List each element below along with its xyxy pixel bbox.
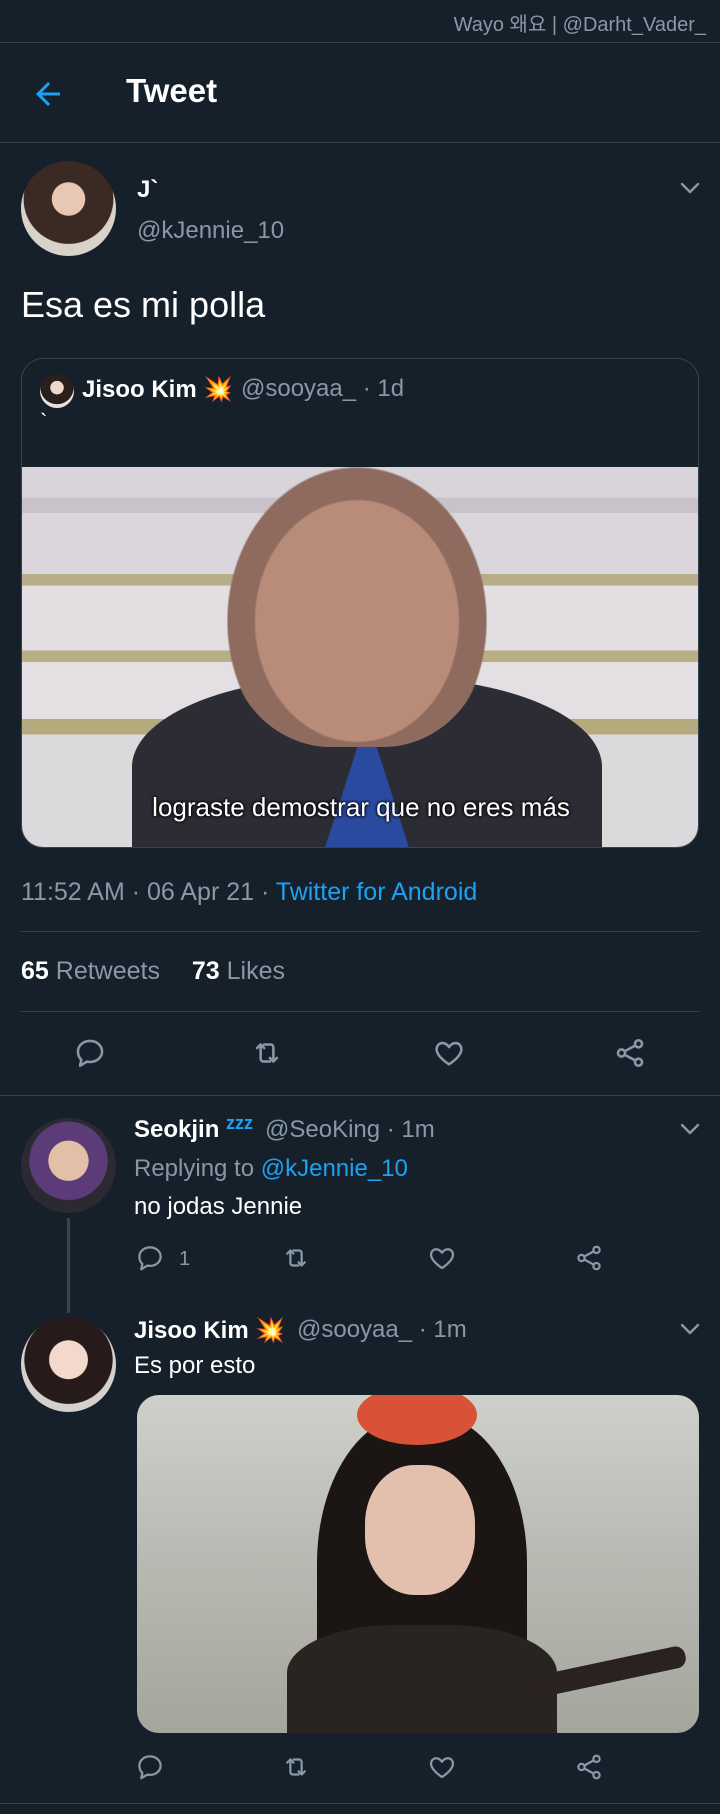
tweet-client-link[interactable]: Twitter for Android — [276, 878, 477, 906]
share-icon[interactable] — [574, 1243, 604, 1273]
retweet-icon[interactable] — [250, 1036, 284, 1070]
chevron-down-icon[interactable] — [678, 1117, 702, 1141]
avatar[interactable] — [21, 161, 116, 256]
retweets-label[interactable]: Retweets — [56, 957, 160, 985]
replying-to: Replying to @kJennie_10 — [134, 1155, 408, 1183]
sleep-badge-icon: zzz — [226, 1113, 253, 1133]
tweet-timestamp: 11:52 AM · 06 Apr 21 · — [21, 878, 276, 906]
reply-author-name[interactable]: Jisoo Kim 💥 — [134, 1316, 285, 1345]
replying-to-link[interactable]: @kJennie_10 — [261, 1155, 408, 1182]
image-figure-head — [227, 467, 487, 747]
divider — [21, 1011, 699, 1012]
thread-connector-line — [67, 1218, 70, 1313]
reply-count: 1 — [179, 1248, 191, 1270]
reply-text: Es por esto — [134, 1352, 256, 1379]
retweet-icon[interactable] — [281, 1752, 311, 1782]
avatar[interactable] — [21, 1118, 116, 1213]
replying-to-prefix: Replying to — [134, 1155, 261, 1182]
reply-text: no jodas Jennie — [134, 1193, 303, 1220]
likes-label[interactable]: Likes — [227, 957, 285, 985]
comment-icon[interactable] — [135, 1243, 165, 1273]
reply-author-handle[interactable]: @sooyaa_ · 1m — [297, 1316, 467, 1344]
quote-avatar — [40, 374, 74, 408]
retweets-count[interactable]: 65 — [21, 957, 49, 985]
media-caption: lograste demostrar que no eres más — [152, 792, 570, 822]
reply-author-handle[interactable]: @SeoKing · 1m — [265, 1116, 435, 1144]
share-icon[interactable] — [574, 1752, 604, 1782]
avatar[interactable] — [21, 1317, 116, 1412]
quoted-tweet-card[interactable]: Jisoo Kim 💥 @sooyaa_ · 1d ` lograste dem… — [21, 358, 699, 848]
tweet-text: Esa es mi polla — [21, 284, 266, 325]
watermark-text: Wayo 왜요 | @Darht_Vader_ — [453, 14, 706, 36]
quote-author-name: Jisoo Kim 💥 — [82, 376, 234, 403]
heart-icon[interactable] — [427, 1243, 457, 1273]
divider — [0, 1095, 720, 1096]
share-icon[interactable] — [613, 1036, 647, 1070]
image-figure-dress — [287, 1625, 557, 1733]
image-figure-face — [365, 1465, 475, 1595]
divider — [21, 931, 699, 932]
page-title: Tweet — [126, 72, 218, 109]
chevron-down-icon[interactable] — [678, 176, 702, 200]
header-divider — [0, 142, 720, 143]
comment-icon[interactable] — [135, 1752, 165, 1782]
author-name[interactable]: J` — [137, 176, 158, 204]
reply-author-name[interactable]: Seokjin — [134, 1116, 219, 1144]
likes-count[interactable]: 73 — [192, 957, 220, 985]
reply-media-image[interactable] — [137, 1395, 699, 1733]
arrow-left-icon[interactable] — [30, 76, 66, 112]
quote-media-image[interactable]: lograste demostrar que no eres más — [22, 467, 698, 847]
author-handle[interactable]: @kJennie_10 — [137, 217, 284, 245]
quote-text: ` — [40, 409, 48, 434]
heart-icon[interactable] — [432, 1036, 466, 1070]
tweet-stats: 65 Retweets 73 Likes — [21, 957, 285, 986]
heart-icon[interactable] — [427, 1752, 457, 1782]
image-figure-arm — [536, 1644, 688, 1698]
chevron-down-icon[interactable] — [678, 1317, 702, 1341]
tweet-meta: 11:52 AM · 06 Apr 21 · Twitter for Andro… — [21, 878, 477, 907]
retweet-icon[interactable] — [281, 1243, 311, 1273]
comment-icon[interactable] — [73, 1036, 107, 1070]
divider — [0, 1803, 720, 1804]
top-divider — [0, 42, 720, 43]
quote-author-handle: @sooyaa_ · 1d — [241, 375, 405, 402]
